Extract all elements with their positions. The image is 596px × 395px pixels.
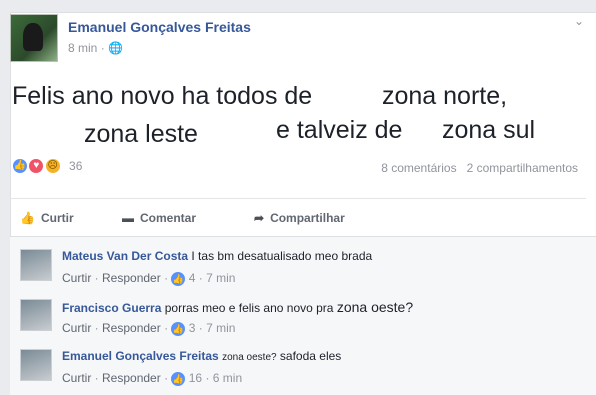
commenter-avatar[interactable] <box>20 349 52 381</box>
post-text-segment: zona leste <box>72 120 272 149</box>
comment-reply-link[interactable]: Responder <box>102 271 161 285</box>
comment-body: Emanuel Gonçalves Freitas zona oeste? sa… <box>62 349 341 363</box>
comment-time[interactable]: 7 min <box>206 271 235 285</box>
commenter-name[interactable]: Emanuel Gonçalves Freitas <box>62 349 219 363</box>
comment-body: Francisco Guerra porras meo e felis ano … <box>62 299 413 315</box>
commenter-avatar[interactable] <box>20 299 52 331</box>
comment-item: Francisco Guerra porras meo e felis ano … <box>20 295 590 339</box>
comment-like-link[interactable]: Curtir <box>62 271 91 285</box>
commenter-name[interactable]: Francisco Guerra <box>62 301 161 315</box>
post-actions: 👍 Curtir ▬ Comentar ➦ Compartilhar <box>10 198 586 234</box>
sad-icon[interactable]: ☹ <box>44 158 61 174</box>
comment-like-link[interactable]: Curtir <box>62 371 91 385</box>
author-avatar[interactable] <box>10 14 58 62</box>
share-button[interactable]: ➦ Compartilhar <box>254 211 345 225</box>
like-icon: 👍 <box>171 371 186 386</box>
love-icon[interactable]: ♥ <box>28 158 45 174</box>
comment-text: porras meo e felis ano novo pra <box>164 301 334 315</box>
comment-button[interactable]: ▬ Comentar <box>122 211 196 225</box>
post-meta: 8 min · 🌐 <box>68 41 123 55</box>
commenter-avatar[interactable] <box>20 249 52 281</box>
shares-count[interactable]: 2 compartilhamentos <box>467 161 578 175</box>
comment-meta: Curtir · Responder · 👍 4 · 7 min <box>62 271 236 286</box>
post-text-segment: Felis ano novo ha todos de <box>12 82 313 110</box>
comment-body: Mateus Van Der Costa I tas bm desatualis… <box>62 249 372 263</box>
post-author-name[interactable]: Emanuel Gonçalves Freitas <box>68 19 251 35</box>
like-icon[interactable]: 👍 <box>12 158 28 174</box>
comment-time[interactable]: 6 min <box>213 371 242 385</box>
like-icon: 👍 <box>171 271 186 286</box>
post-stats: 8 comentários 2 compartilhamentos <box>381 161 578 175</box>
post-timestamp[interactable]: 8 min <box>68 41 97 55</box>
comment-reaction-count[interactable]: 3 <box>189 321 196 335</box>
comment-text: I tas bm desatualisado meo brada <box>191 249 373 263</box>
globe-icon: 🌐 <box>108 41 123 55</box>
reactions-bar: 👍 ♥ ☹ 36 8 comentários 2 compartilhament… <box>12 158 578 182</box>
like-icon: 👍 <box>171 321 186 336</box>
comment-like-link[interactable]: Curtir <box>62 321 91 335</box>
comment-reaction-count[interactable]: 16 <box>189 371 202 385</box>
comment-reply-link[interactable]: Responder <box>102 321 161 335</box>
comments-count[interactable]: 8 comentários <box>381 161 456 175</box>
comment-meta: Curtir · Responder · 👍 3 · 7 min <box>62 321 236 336</box>
comment-item: Emanuel Gonçalves Freitas zona oeste? sa… <box>20 345 590 389</box>
comment-text: safoda eles <box>279 349 342 363</box>
comment-meta: Curtir · Responder · 👍 16 · 6 min <box>62 371 243 386</box>
reaction-count[interactable]: 36 <box>69 159 82 173</box>
comments-section: Mateus Van Der Costa I tas bm desatualis… <box>10 236 596 395</box>
commenter-name[interactable]: Mateus Van Der Costa <box>62 249 188 263</box>
post-text: Felis ano novo ha todos de zona norte, z… <box>12 72 572 162</box>
comment-time[interactable]: 7 min <box>206 321 235 335</box>
post-text-segment: e talveiz de <box>276 116 403 144</box>
share-arrow-icon: ➦ <box>254 211 265 225</box>
comment-text-extra: zona oeste? <box>336 299 414 315</box>
comment-reply-link[interactable]: Responder <box>102 371 161 385</box>
thumbs-up-icon: 👍 <box>20 211 35 225</box>
chevron-down-icon[interactable]: ⌄ <box>574 14 584 28</box>
comment-text-small: zona oeste? <box>222 352 277 363</box>
comment-icon: ▬ <box>122 211 134 225</box>
comment-item: Mateus Van Der Costa I tas bm desatualis… <box>20 245 590 289</box>
post-text-segment: zona norte, <box>376 82 514 111</box>
post-text-segment: zona sul <box>436 116 542 145</box>
comment-reaction-count[interactable]: 4 <box>189 271 196 285</box>
like-button[interactable]: 👍 Curtir <box>20 211 74 225</box>
